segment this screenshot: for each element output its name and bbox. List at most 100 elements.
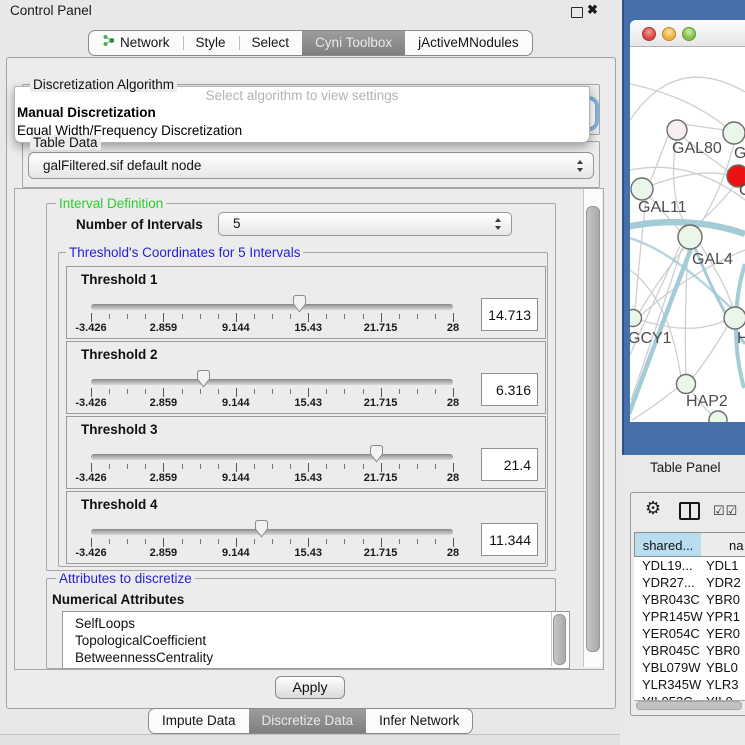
tick-label: -3.426 (75, 397, 106, 409)
slider-track[interactable] (91, 454, 453, 460)
tab-label: Discretize Data (262, 709, 354, 733)
network-canvas[interactable]: GAL80GACGAL11GAL4GCY1HHAP2 (630, 46, 745, 422)
tick-mark (145, 389, 146, 394)
tick-mark (272, 389, 273, 394)
table-row[interactable]: YDL19...YDL1 (634, 557, 745, 574)
attributes-group-label: Attributes to discretize (56, 571, 195, 586)
gal11-node[interactable] (631, 178, 653, 200)
threshold-panel-3: Threshold 3-3.4262.8599.14415.4321.71528… (66, 416, 546, 489)
checkbox-icons[interactable]: ☑☑ (713, 503, 738, 519)
threshold-value-field[interactable]: 11.344 (481, 523, 538, 556)
attributes-list-scrollbar-thumb[interactable] (553, 614, 566, 665)
cell-shared-name: YBL079W (634, 659, 702, 676)
tick-mark (326, 539, 327, 544)
slider-track[interactable] (91, 304, 453, 310)
close-icon[interactable]: ✖ (587, 2, 598, 18)
float-window-icon[interactable] (571, 7, 583, 18)
attribute-item-topologicalcoefficient[interactable]: TopologicalCoefficient (63, 632, 569, 649)
tick-label: -3.426 (75, 547, 106, 559)
slider-thumb[interactable] (292, 294, 307, 313)
table-row[interactable]: YER054CYER0 (634, 625, 745, 642)
tick-mark (417, 389, 418, 394)
tick-mark (363, 389, 364, 394)
gal4-node[interactable] (678, 225, 702, 249)
tick-mark (218, 539, 219, 544)
column-header-name[interactable]: na (701, 532, 745, 557)
cell-name: YBR0 (702, 591, 740, 608)
table-row[interactable]: YBR045CYBR0 (634, 642, 745, 659)
slider-thumb[interactable] (369, 444, 384, 463)
vertical-scrollbar-thumb[interactable] (586, 206, 600, 652)
slider-thumb[interactable] (254, 519, 269, 538)
gear-icon[interactable]: ⚙ (645, 499, 661, 517)
table-row[interactable]: YBR043CYBR0 (634, 591, 745, 608)
tab-label: Select (252, 31, 290, 55)
tick-mark (109, 539, 110, 544)
tick-mark (182, 539, 183, 544)
tab-label: jActiveMNodules (418, 31, 519, 55)
algorithm-option-equal-width-frequency-discretization[interactable]: Equal Width/Frequency Discretization (15, 122, 589, 140)
minimize-traffic-light-icon[interactable] (662, 27, 676, 41)
tab-network[interactable]: Network (89, 31, 183, 55)
tick-mark (163, 388, 164, 397)
tick-mark (236, 463, 237, 472)
spinner-arrows-icon (495, 218, 502, 230)
bottom-node[interactable] (709, 411, 727, 422)
node-table-body[interactable]: YDL19...YDL1YDR27...YDR2YBR043CYBR0YPR14… (634, 557, 745, 700)
column-header-shared-name[interactable]: shared... (634, 532, 702, 557)
tab-jactivemnodules[interactable]: jActiveMNodules (405, 31, 532, 55)
horizontal-scrollbar-thumb[interactable] (636, 701, 742, 710)
apply-button[interactable]: Apply (275, 676, 345, 699)
number-of-intervals-spinner[interactable]: 5 (218, 212, 512, 236)
tick-mark (127, 464, 128, 469)
attribute-item-betweennesscentrality[interactable]: BetweennessCentrality (63, 649, 569, 666)
slider-track[interactable] (91, 529, 453, 535)
table-data-select[interactable]: galFiltered.sif default node (28, 152, 594, 179)
table-row[interactable]: YDR27...YDR2 (634, 574, 745, 591)
tick-label: 15.43 (294, 472, 322, 484)
close-traffic-light-icon[interactable] (642, 27, 656, 41)
tick-mark (344, 314, 345, 319)
threshold-label: Threshold 4 (81, 497, 158, 512)
numerical-attributes-list[interactable]: SelfLoopsTopologicalCoefficientBetweenne… (62, 611, 570, 669)
table-row[interactable]: YIL052CYIL0 (634, 693, 745, 700)
tick-label: 15.43 (294, 397, 322, 409)
algorithm-option-manual-discretization[interactable]: Manual Discretization (15, 104, 589, 122)
column-layout-icon[interactable] (679, 502, 700, 520)
tick-mark (218, 314, 219, 319)
tab-select[interactable]: Select (239, 31, 303, 55)
tick-mark (254, 314, 255, 319)
node-label-gcy1: GCY1 (630, 330, 672, 347)
threshold-value-field[interactable]: 21.4 (481, 448, 538, 481)
cell-name: YDR2 (702, 574, 741, 591)
h-node[interactable] (724, 307, 745, 329)
slider-thumb[interactable] (196, 369, 211, 388)
top-right-node[interactable] (723, 122, 745, 144)
hap2-node[interactable] (677, 375, 696, 394)
zoom-traffic-light-icon[interactable] (682, 27, 696, 41)
tick-mark (381, 538, 382, 547)
tab-cyni-toolbox[interactable]: Cyni Toolbox (302, 31, 405, 55)
threshold-value-field[interactable]: 6.316 (481, 373, 538, 406)
tick-label: 2.859 (150, 472, 178, 484)
table-row[interactable]: YPR145WYPR1 (634, 608, 745, 625)
gcy1-node[interactable] (630, 310, 642, 327)
tab-impute-data[interactable]: Impute Data (149, 709, 249, 733)
tick-mark (363, 539, 364, 544)
table-row[interactable]: YBL079WYBL0 (634, 659, 745, 676)
threshold-panel-2: Threshold 2-3.4262.8599.14415.4321.71528… (66, 341, 546, 414)
tick-mark (127, 314, 128, 319)
tick-mark (236, 538, 237, 547)
tab-style[interactable]: Style (183, 31, 239, 55)
tab-infer-network[interactable]: Infer Network (366, 709, 472, 733)
tick-mark (236, 388, 237, 397)
tick-mark (381, 313, 382, 322)
slider-track[interactable] (91, 379, 453, 385)
tick-mark (254, 539, 255, 544)
attribute-item-selfloops[interactable]: SelfLoops (63, 615, 569, 632)
slider-ticks (91, 388, 453, 398)
gal80-node[interactable] (667, 120, 687, 140)
threshold-value-field[interactable]: 14.713 (481, 298, 538, 331)
table-row[interactable]: YLR345WYLR3 (634, 676, 745, 693)
tab-discretize-data[interactable]: Discretize Data (249, 709, 367, 733)
